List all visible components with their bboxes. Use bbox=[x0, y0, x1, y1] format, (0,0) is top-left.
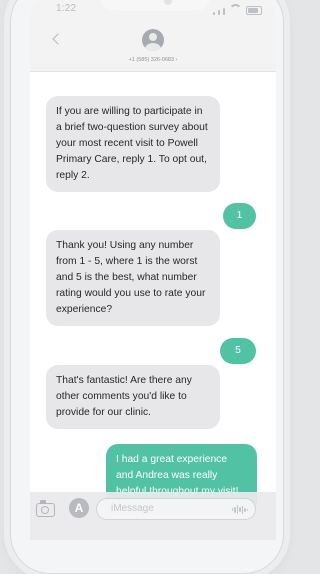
avatar-shoulders bbox=[145, 43, 161, 51]
message-input[interactable]: iMessage bbox=[96, 498, 256, 520]
phone-notch bbox=[100, 0, 210, 11]
back-chevron-icon[interactable] bbox=[52, 33, 64, 45]
signal-icon bbox=[213, 12, 215, 15]
avatar-head bbox=[149, 33, 157, 41]
contact-number[interactable]: +1 (585) 326-0683 › bbox=[30, 57, 276, 63]
conversation-header: 1:22 +1 (585) 326-0683 › bbox=[30, 0, 276, 72]
wifi-icon bbox=[229, 4, 242, 17]
messages-screen: 1:22 +1 (585) 326-0683 › If you are will… bbox=[30, 0, 276, 540]
signal-icon bbox=[218, 10, 220, 15]
contact-avatar-icon[interactable] bbox=[142, 29, 164, 51]
composer-bar: A iMessage bbox=[30, 492, 276, 540]
message-input-placeholder: iMessage bbox=[111, 503, 154, 514]
status-time: 1:22 bbox=[56, 3, 77, 14]
message-incoming: If you are willing to participate in a b… bbox=[46, 96, 220, 193]
battery-icon bbox=[246, 6, 262, 15]
message-outgoing: 5 bbox=[220, 338, 256, 364]
app-store-icon[interactable]: A bbox=[69, 498, 89, 518]
audio-wave-icon[interactable] bbox=[231, 505, 248, 514]
status-icons bbox=[213, 2, 262, 15]
signal-icon bbox=[223, 8, 225, 15]
phone-frame: 1:22 +1 (585) 326-0683 › If you are will… bbox=[10, 0, 284, 574]
message-outgoing: 1 bbox=[223, 203, 256, 229]
message-incoming: Thank you! Using any number from 1 - 5, … bbox=[46, 230, 220, 327]
camera-icon[interactable] bbox=[36, 500, 55, 517]
message-incoming: That's fantastic! Are there any other co… bbox=[46, 365, 220, 430]
